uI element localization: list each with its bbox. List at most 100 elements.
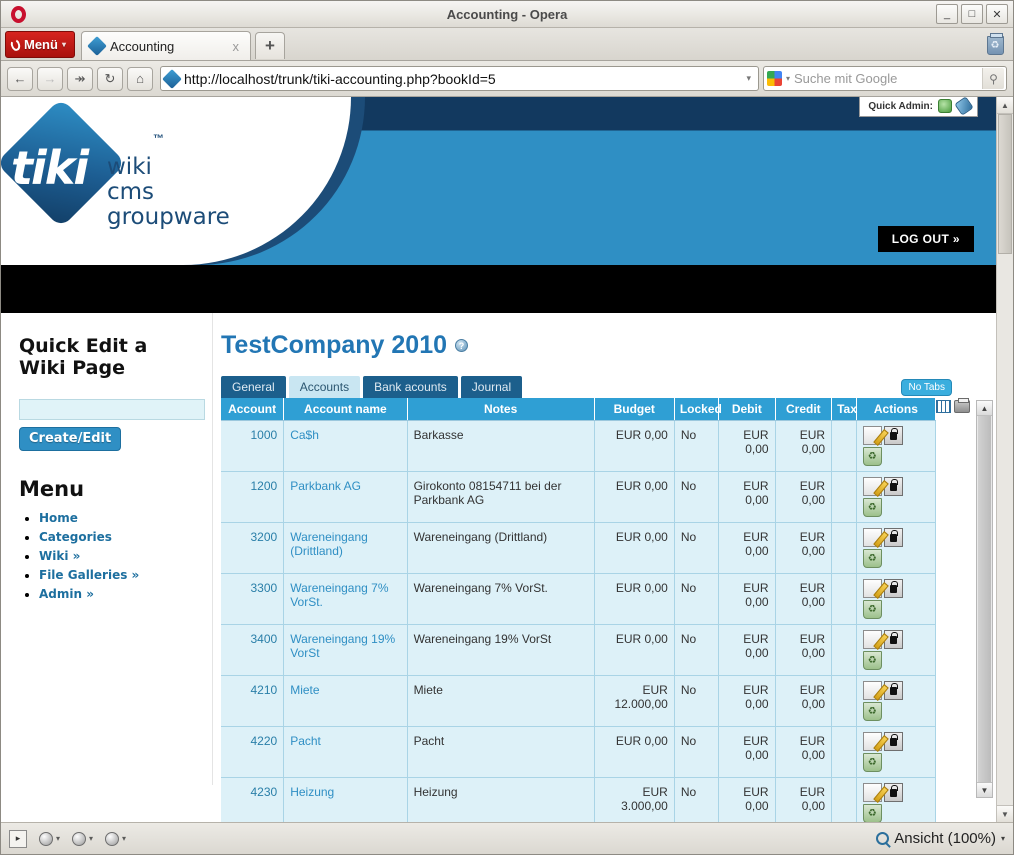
lock-icon[interactable] — [883, 426, 903, 445]
edit-icon[interactable] — [862, 579, 882, 598]
home-button[interactable]: ⌂ — [127, 66, 153, 91]
quick-edit-input[interactable] — [19, 399, 205, 420]
column-header-account-name[interactable]: Account name — [283, 398, 408, 421]
panel-toggle-button[interactable]: ▸ — [9, 829, 27, 848]
page-scroll-down-icon[interactable]: ▼ — [997, 805, 1013, 822]
column-header-budget[interactable]: Budget — [594, 398, 675, 421]
lock-icon[interactable] — [883, 579, 903, 598]
tab-general[interactable]: General — [221, 376, 286, 398]
cell-account-name[interactable]: Pacht — [283, 726, 408, 778]
fast-forward-button[interactable]: ↠ — [67, 66, 93, 91]
lock-icon[interactable] — [883, 528, 903, 547]
page-scroll-up-icon[interactable]: ▲ — [997, 97, 1013, 114]
lock-icon[interactable] — [883, 630, 903, 649]
column-header-locked[interactable]: Locked — [674, 398, 722, 421]
page-scroll-track[interactable] — [997, 114, 1013, 805]
account-name-link[interactable]: Miete — [290, 683, 319, 697]
closed-tabs-trash-button[interactable]: ♻ — [983, 32, 1007, 58]
back-button[interactable]: ← — [7, 66, 33, 91]
scroll-up-icon[interactable]: ▲ — [977, 401, 992, 416]
delete-icon[interactable]: ♻ — [862, 753, 882, 772]
zoom-control[interactable]: Ansicht (100%) ▾ — [876, 830, 1005, 847]
delete-icon[interactable]: ♻ — [862, 447, 882, 466]
cell-account-name[interactable]: Ca$h — [283, 420, 408, 472]
edit-icon[interactable] — [862, 426, 882, 445]
account-name-link[interactable]: Parkbank AG — [290, 479, 361, 493]
account-name-link[interactable]: Wareneingang 19% VorSt — [290, 632, 395, 660]
lock-icon[interactable] — [883, 681, 903, 700]
account-name-link[interactable]: Wareneingang 7% VorSt. — [290, 581, 388, 609]
lock-icon[interactable] — [883, 732, 903, 751]
close-button[interactable]: ✕ — [986, 4, 1008, 24]
delete-icon[interactable]: ♻ — [862, 600, 882, 619]
list-item[interactable]: Admin » — [39, 587, 198, 601]
list-item[interactable]: Categories — [39, 530, 198, 544]
edit-icon[interactable] — [862, 732, 882, 751]
sidebar-item-home[interactable]: Home — [39, 511, 78, 525]
forward-button[interactable]: → — [37, 66, 63, 91]
cell-account-name[interactable]: Miete — [283, 675, 408, 727]
edit-icon[interactable] — [862, 783, 882, 802]
lock-icon[interactable] — [883, 477, 903, 496]
table-scrollbar[interactable]: ▲ ▼ — [976, 400, 993, 798]
edit-icon[interactable] — [862, 528, 882, 547]
chevron-down-icon[interactable]: ▾ — [1001, 834, 1005, 843]
delete-icon[interactable]: ♻ — [862, 804, 882, 822]
tab-accounts[interactable]: Accounts — [288, 376, 361, 398]
minimize-button[interactable]: _ — [936, 4, 958, 24]
account-name-link[interactable]: Heizung — [290, 785, 334, 799]
create-edit-button[interactable]: Create/Edit — [19, 427, 122, 451]
cell-account-name[interactable]: Wareneingang (Drittland) — [283, 522, 408, 574]
lock-icon[interactable] — [883, 783, 903, 802]
logout-button[interactable]: LOG OUT » — [877, 226, 974, 252]
search-icon[interactable]: ⚲ — [982, 68, 1004, 89]
column-header-account[interactable]: Account — [221, 398, 285, 421]
account-name-link[interactable]: Ca$h — [290, 428, 319, 442]
quick-admin-wrench-icon[interactable] — [954, 97, 974, 116]
settings-button[interactable]: ▾ — [105, 831, 126, 846]
column-header-credit[interactable]: Credit — [775, 398, 833, 421]
list-item[interactable]: Home — [39, 511, 198, 525]
scrollbar-thumb[interactable] — [978, 416, 991, 782]
no-tabs-button[interactable]: No Tabs — [901, 379, 952, 396]
column-header-tax[interactable]: Tax — [831, 398, 857, 421]
search-bar[interactable]: ▾ Suche mit Google ⚲ — [763, 66, 1007, 91]
account-name-link[interactable]: Pacht — [290, 734, 321, 748]
page-scroll-thumb[interactable] — [998, 114, 1012, 254]
url-dropdown-icon[interactable]: ▾ — [746, 73, 754, 84]
style-mode-button[interactable]: ▾ — [72, 831, 93, 846]
page-scrollbar[interactable]: ▲ ▼ — [996, 97, 1013, 822]
edit-icon[interactable] — [862, 630, 882, 649]
help-icon[interactable]: ? — [455, 339, 469, 352]
cell-account-name[interactable]: Wareneingang 7% VorSt. — [283, 573, 408, 625]
url-bar[interactable]: http://localhost/trunk/tiki-accounting.p… — [160, 66, 759, 91]
search-input-placeholder[interactable]: Suche mit Google — [794, 71, 978, 86]
delete-icon[interactable]: ♻ — [862, 702, 882, 721]
sidebar-item-file-galleries[interactable]: File Galleries » — [39, 568, 139, 582]
table-view-icon[interactable] — [936, 400, 951, 413]
cell-account-name[interactable]: Heizung — [283, 777, 408, 822]
sidebar-item-categories[interactable]: Categories — [39, 530, 112, 544]
images-mode-button[interactable]: ▾ — [39, 831, 60, 846]
maximize-button[interactable]: □ — [961, 4, 983, 24]
search-engine-chevron-icon[interactable]: ▾ — [786, 74, 790, 83]
account-name-link[interactable]: Wareneingang (Drittland) — [290, 530, 368, 558]
tab-bank-acounts[interactable]: Bank acounts — [363, 376, 458, 398]
delete-icon[interactable]: ♻ — [862, 498, 882, 517]
new-tab-button[interactable]: + — [254, 32, 285, 59]
tab-journal[interactable]: Journal — [460, 376, 523, 398]
list-item[interactable]: File Galleries » — [39, 568, 198, 582]
delete-icon[interactable]: ♻ — [862, 549, 882, 568]
sidebar-item-admin[interactable]: Admin » — [39, 587, 94, 601]
browser-tab-accounting[interactable]: Accounting x — [80, 31, 251, 60]
cell-account-name[interactable]: Wareneingang 19% VorSt — [283, 624, 408, 676]
cell-account-name[interactable]: Parkbank AG — [283, 471, 408, 523]
close-tab-icon[interactable]: x — [229, 39, 242, 54]
edit-icon[interactable] — [862, 477, 882, 496]
column-header-notes[interactable]: Notes — [407, 398, 595, 421]
opera-menu-button[interactable]: Menü ▾ — [5, 31, 75, 58]
edit-icon[interactable] — [862, 681, 882, 700]
column-header-debit[interactable]: Debit — [718, 398, 776, 421]
list-item[interactable]: Wiki » — [39, 549, 198, 563]
sidebar-item-wiki[interactable]: Wiki » — [39, 549, 80, 563]
